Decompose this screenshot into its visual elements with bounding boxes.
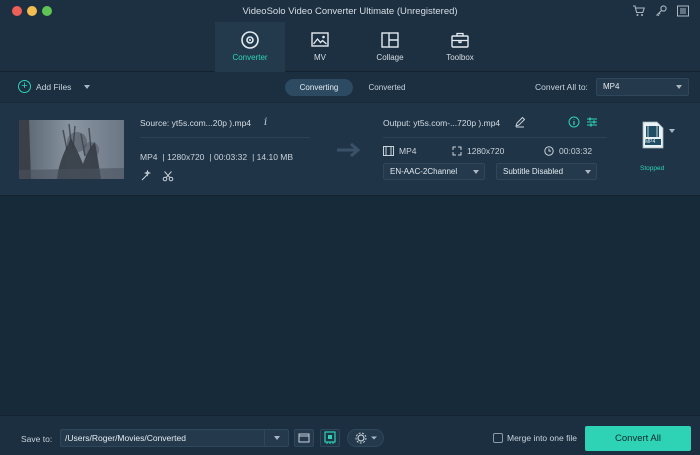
merge-checkbox[interactable] xyxy=(493,433,503,443)
format-select-value: MP4 xyxy=(603,82,620,91)
key-icon[interactable] xyxy=(654,4,668,18)
convert-all-button[interactable]: Convert All xyxy=(585,426,691,451)
source-size: 14.10 MB xyxy=(256,152,294,162)
expand-icon xyxy=(452,146,462,156)
source-resolution: 1280x720 xyxy=(167,152,205,162)
output-format: MP4 xyxy=(383,146,416,156)
chevron-down-icon xyxy=(473,170,479,174)
tab-mv-label: MV xyxy=(314,53,326,62)
save-path-field[interactable]: /Users/Roger/Movies/Converted xyxy=(60,429,289,447)
tab-converted[interactable]: Converted xyxy=(353,79,421,96)
output-filename: Output: yt5s.com-...720p ).mp4 xyxy=(383,118,501,128)
bottom-bar: Save to: /Users/Roger/Movies/Converted M… xyxy=(0,415,700,455)
tab-converter-label: Converter xyxy=(232,53,268,62)
merge-label: Merge into one file xyxy=(507,433,577,443)
gear-icon xyxy=(355,432,377,444)
tab-converting[interactable]: Converting xyxy=(285,79,353,96)
file-row: Source: yt5s.com...20p ).mp4 i MP4 | 1280… xyxy=(0,103,700,196)
chevron-down-icon[interactable] xyxy=(84,84,91,89)
chevron-down-icon[interactable] xyxy=(669,129,675,133)
convert-all-to-label: Convert All to: xyxy=(535,82,588,92)
scissors-icon[interactable] xyxy=(162,170,174,184)
convert-all-format-select[interactable]: MP4 xyxy=(596,78,689,96)
source-format: MP4 xyxy=(140,152,158,162)
cart-icon[interactable] xyxy=(632,4,646,18)
tab-mv[interactable]: MV xyxy=(285,22,355,72)
divider xyxy=(264,430,265,446)
collage-icon xyxy=(381,32,399,48)
magic-wand-icon[interactable] xyxy=(140,169,152,184)
gpu-icon xyxy=(324,431,336,444)
video-thumbnail[interactable] xyxy=(19,120,124,179)
clock-icon xyxy=(544,146,554,156)
output-format-badge[interactable] xyxy=(641,121,665,151)
output-info-icon[interactable] xyxy=(568,116,580,130)
output-format-value: MP4 xyxy=(399,146,417,156)
chevron-down-icon xyxy=(585,170,591,174)
title-bar: VideoSolo Video Converter Ultimate (Unre… xyxy=(0,0,700,22)
status-badge: Stopped xyxy=(640,165,665,172)
tab-collage[interactable]: Collage xyxy=(355,22,425,72)
settings-sliders-icon[interactable] xyxy=(586,116,598,130)
disc-icon xyxy=(241,31,259,49)
output-duration-value: 00:03:32 xyxy=(559,146,593,156)
divider xyxy=(383,137,607,138)
format-badge-label: MP4 xyxy=(645,139,656,145)
source-duration: 00:03:32 xyxy=(213,152,248,162)
subtitle-value: Subtitle Disabled xyxy=(503,167,564,176)
add-files-button[interactable]: + Add Files xyxy=(18,80,91,93)
toolbar: + Add Files Converting Converted Convert… xyxy=(0,72,700,102)
add-files-label: Add Files xyxy=(36,81,72,92)
status-tabs: Converting Converted xyxy=(285,79,421,96)
settings-button[interactable] xyxy=(347,429,384,447)
merge-option[interactable]: Merge into one file xyxy=(493,433,577,443)
chevron-down-icon xyxy=(676,85,682,89)
info-icon[interactable]: i xyxy=(264,117,267,128)
source-filename: Source: yt5s.com...20p ).mp4 xyxy=(140,118,252,128)
tab-converter[interactable]: Converter xyxy=(215,22,285,72)
divider xyxy=(140,137,310,138)
film-icon xyxy=(383,146,394,156)
source-meta: MP4 | 1280x720 | 00:03:32 | 14.10 MB xyxy=(140,152,294,162)
save-path-value: /Users/Roger/Movies/Converted xyxy=(65,433,186,443)
edit-name-icon[interactable] xyxy=(514,116,526,130)
add-icon: + xyxy=(18,80,31,93)
audio-track-select[interactable]: EN-AAC-2Channel xyxy=(383,163,485,180)
output-resolution-value: 1280x720 xyxy=(467,146,505,156)
hardware-acceleration-button[interactable] xyxy=(320,429,340,447)
photo-icon xyxy=(311,32,329,47)
output-resolution: 1280x720 xyxy=(452,146,504,156)
tab-toolbox-label: Toolbox xyxy=(446,53,474,62)
tab-toolbox[interactable]: Toolbox xyxy=(425,22,495,72)
audio-track-value: EN-AAC-2Channel xyxy=(390,167,458,176)
menu-icon[interactable] xyxy=(676,4,690,18)
folder-icon xyxy=(298,433,310,443)
chevron-down-icon[interactable] xyxy=(274,436,280,440)
subtitle-select[interactable]: Subtitle Disabled xyxy=(496,163,597,180)
open-folder-button[interactable] xyxy=(294,429,314,447)
arrow-right-icon xyxy=(335,141,363,161)
toolbox-icon xyxy=(451,32,469,48)
window-title: VideoSolo Video Converter Ultimate (Unre… xyxy=(242,6,458,17)
output-duration: 00:03:32 xyxy=(544,146,592,156)
main-nav: Converter MV Collage Toolbox xyxy=(0,22,700,72)
tab-collage-label: Collage xyxy=(376,53,404,62)
save-to-label: Save to: xyxy=(21,434,53,444)
